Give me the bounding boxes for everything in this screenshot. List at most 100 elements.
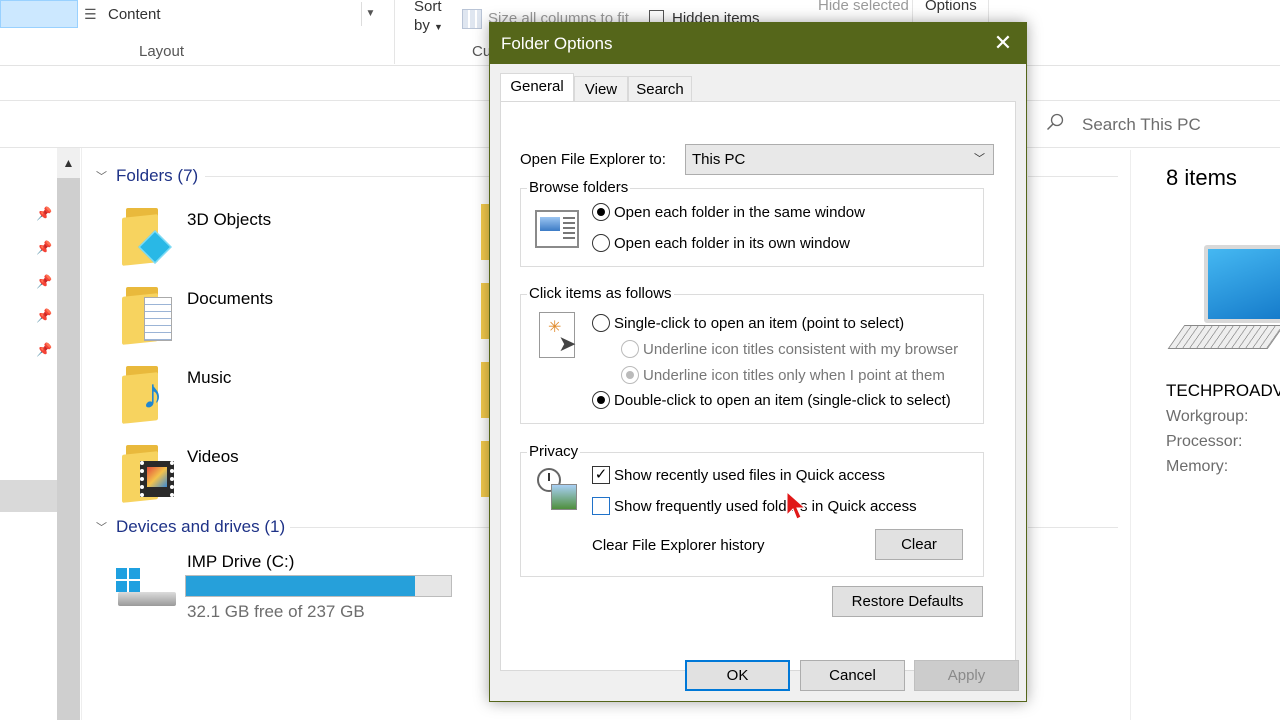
radio-underline-point bbox=[621, 366, 639, 384]
hard-drive-icon bbox=[114, 566, 176, 608]
layout-group-label: Layout bbox=[139, 43, 185, 60]
folder-item-partial[interactable] bbox=[481, 283, 489, 339]
ok-button[interactable]: OK bbox=[685, 660, 790, 691]
single-click-label[interactable]: Single-click to open an item (point to s… bbox=[614, 315, 904, 332]
browse-folders-title: Browse folders bbox=[527, 179, 631, 196]
sort-by-line2: by bbox=[414, 17, 430, 34]
recent-files-checkbox[interactable]: ✓ bbox=[592, 466, 610, 484]
dropdown-arrow-icon: ▼ bbox=[434, 22, 443, 32]
item-count: 8 items bbox=[1166, 165, 1237, 190]
pin-icon: 📌 bbox=[36, 274, 53, 289]
folder-name: Music bbox=[187, 368, 232, 387]
browse-folders-group bbox=[520, 188, 984, 267]
underline-browser-label: Underline icon titles consistent with my… bbox=[643, 341, 959, 358]
click-items-title: Click items as follows bbox=[527, 285, 674, 302]
group-divider bbox=[290, 527, 490, 528]
open-to-value: This PC bbox=[692, 151, 746, 168]
nav-selected-item[interactable] bbox=[0, 480, 57, 512]
frequent-folders-label[interactable]: Show frequently used folders in Quick ac… bbox=[614, 498, 917, 515]
click-cursor-icon: ✳ ➤ bbox=[539, 312, 576, 358]
music-folder-icon: ♪ bbox=[122, 362, 172, 424]
folder-item[interactable]: Videos bbox=[118, 437, 478, 507]
hide-selected-button[interactable]: Hide selected bbox=[818, 0, 909, 14]
radio-single-click[interactable] bbox=[592, 314, 610, 332]
frequent-folders-checkbox[interactable] bbox=[592, 497, 610, 515]
layout-selected-item[interactable] bbox=[0, 0, 78, 28]
cancel-button[interactable]: Cancel bbox=[800, 660, 905, 691]
same-window-label[interactable]: Open each folder in the same window bbox=[614, 204, 865, 221]
tab-view[interactable]: View bbox=[574, 76, 628, 102]
folder-item-partial[interactable] bbox=[481, 204, 489, 260]
pin-icon: 📌 bbox=[36, 342, 53, 357]
group-divider bbox=[205, 176, 495, 177]
details-list-icon: ☰ bbox=[84, 6, 97, 22]
pin-icon: 📌 bbox=[36, 308, 53, 323]
layout-scroll-button[interactable]: ▼ bbox=[361, 2, 379, 26]
folder-item[interactable]: 3D Objects bbox=[118, 200, 478, 270]
close-icon[interactable]: ✕ bbox=[988, 29, 1018, 59]
open-to-label: Open File Explorer to: bbox=[520, 151, 666, 168]
group-divider bbox=[1028, 176, 1118, 177]
folder-item-partial[interactable] bbox=[481, 362, 489, 418]
sort-by-button[interactable]: Sort by ▼ bbox=[414, 0, 443, 37]
folders-group-header[interactable]: Folders (7) bbox=[116, 166, 198, 186]
folder-item[interactable]: ♪ Music bbox=[118, 358, 478, 428]
tab-general[interactable]: General bbox=[500, 73, 574, 103]
apply-button[interactable]: Apply bbox=[914, 660, 1019, 691]
drive-item[interactable]: IMP Drive (C:) 32.1 GB free of 237 GB bbox=[110, 548, 470, 628]
search-icon bbox=[1046, 113, 1064, 131]
double-click-label[interactable]: Double-click to open an item (single-cli… bbox=[614, 392, 951, 409]
radio-own-window[interactable] bbox=[592, 234, 610, 252]
drive-free-space: 32.1 GB free of 237 GB bbox=[187, 602, 365, 621]
devices-group-chevron-icon[interactable]: ﹀ bbox=[96, 519, 107, 535]
3d-objects-folder-icon bbox=[122, 204, 172, 266]
processor-label: Processor: bbox=[1166, 433, 1243, 450]
computer-name: TECHPROADV bbox=[1166, 381, 1280, 400]
nav-scrollbar[interactable]: ▲ bbox=[57, 148, 80, 720]
own-window-label[interactable]: Open each folder in its own window bbox=[614, 235, 850, 252]
general-tab-panel: Open File Explorer to: This PC ﹀ Browse … bbox=[500, 101, 1016, 671]
mouse-cursor-icon bbox=[786, 490, 807, 523]
videos-folder-icon bbox=[122, 441, 174, 503]
folder-name: 3D Objects bbox=[187, 210, 272, 229]
dialog-title-bar[interactable]: Folder Options bbox=[490, 23, 1026, 64]
clear-button[interactable]: Clear bbox=[875, 529, 963, 560]
search-input[interactable]: Search This PC bbox=[1082, 115, 1201, 135]
content-view-button[interactable]: ☰ Content bbox=[82, 2, 382, 26]
folder-options-dialog: Folder Options ✕ General View Search Ope… bbox=[489, 22, 1027, 702]
radio-same-window[interactable] bbox=[592, 203, 610, 221]
underline-point-label: Underline icon titles only when I point … bbox=[643, 367, 945, 384]
drive-usage-bar bbox=[185, 575, 452, 597]
size-columns-icon bbox=[462, 9, 482, 29]
window-icon bbox=[535, 210, 579, 248]
folder-name: Documents bbox=[187, 289, 273, 308]
radio-double-click[interactable] bbox=[592, 391, 610, 409]
devices-group-header[interactable]: Devices and drives (1) bbox=[116, 517, 285, 537]
drive-name: IMP Drive (C:) bbox=[187, 552, 295, 571]
options-button[interactable]: Options bbox=[925, 0, 977, 14]
memory-label: Memory: bbox=[1166, 458, 1229, 475]
open-to-dropdown[interactable]: This PC ﹀ bbox=[685, 144, 994, 175]
scroll-up-icon[interactable]: ▲ bbox=[57, 148, 80, 178]
tab-search[interactable]: Search bbox=[628, 76, 692, 102]
radio-underline-browser bbox=[621, 340, 639, 358]
folder-item[interactable]: Documents bbox=[118, 279, 478, 349]
chevron-down-icon: ﹀ bbox=[974, 153, 985, 165]
documents-folder-icon bbox=[122, 283, 172, 345]
pin-icon: 📌 bbox=[36, 206, 53, 221]
details-pane-divider bbox=[1130, 150, 1131, 720]
drive-usage-fill bbox=[186, 576, 416, 596]
computer-icon bbox=[1167, 245, 1280, 360]
privacy-title: Privacy bbox=[527, 443, 581, 460]
group-divider bbox=[1028, 527, 1118, 528]
group-separator bbox=[394, 0, 395, 64]
folder-item-partial[interactable] bbox=[481, 441, 489, 497]
clear-history-label: Clear File Explorer history bbox=[592, 537, 765, 554]
content-label: Content bbox=[108, 6, 161, 23]
restore-defaults-button[interactable]: Restore Defaults bbox=[832, 586, 983, 617]
sort-by-line1: Sort bbox=[414, 0, 442, 15]
clock-documents-icon bbox=[537, 468, 579, 512]
recent-files-label[interactable]: Show recently used files in Quick access bbox=[614, 467, 885, 484]
folders-group-chevron-icon[interactable]: ﹀ bbox=[96, 168, 107, 184]
folder-name: Videos bbox=[187, 447, 239, 466]
